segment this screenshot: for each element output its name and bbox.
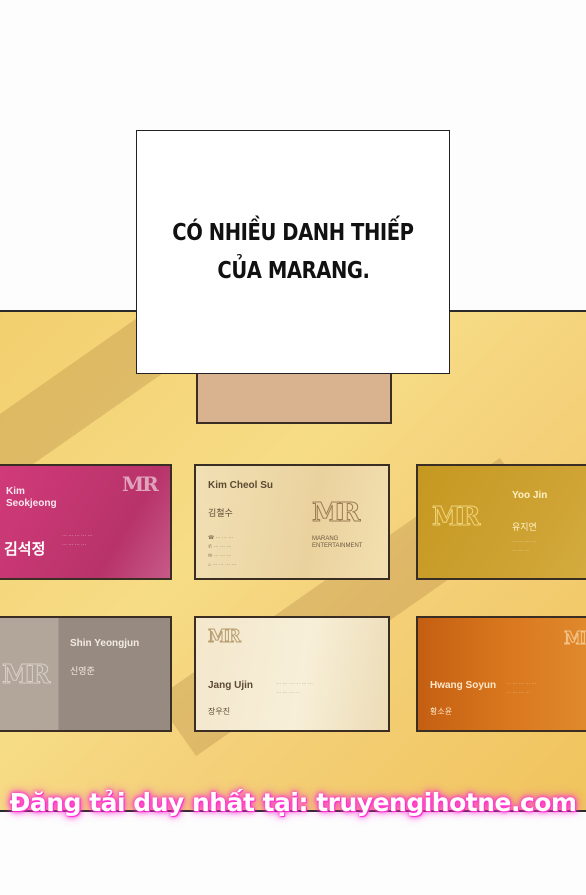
card-details: ··· ··· ··· ··· ··· ··· ··· — [512, 539, 537, 554]
caption-line-2: CỦA MARANG. — [216, 258, 370, 284]
mr-logo-icon: MR — [564, 628, 586, 650]
card-korean-name: 신영준 — [70, 666, 95, 676]
card-korean-name: 황소윤 — [430, 707, 453, 716]
business-card-kim-cheol-su: Kim Cheol Su 김철수 MR MARANG ENTERTAINMENT… — [194, 464, 390, 580]
card-name: Yoo Jin — [512, 490, 548, 501]
card-details: ··· ··· ··· ··· ··· ··· ··· ··· ··· — [506, 681, 537, 696]
card-company-line2: ENTERTAINMENT — [312, 543, 363, 549]
comic-page: Kim Seokjeong 김석정 MR ··· ··· ··· ··· ···… — [0, 0, 586, 895]
card-name: Jang Ujin — [208, 680, 254, 691]
mr-logo-icon: MR — [431, 502, 480, 533]
business-cards-panel: Kim Seokjeong 김석정 MR ··· ··· ··· ··· ···… — [0, 310, 586, 812]
card-name-line1: Kim — [6, 486, 25, 497]
mr-logo-icon: MR — [208, 626, 242, 648]
mr-logo-icon: MR — [1, 660, 50, 691]
business-card-kim-seokjeong: Kim Seokjeong 김석정 MR ··· ··· ··· ··· ···… — [0, 464, 172, 580]
card-details: ☎ ··· ··· ··· ✆ ··· ··· ··· ✉ ··· ··· ··· ⌂… — [208, 535, 237, 568]
card-name: Kim Cheol Su — [208, 480, 274, 491]
caption-box: CÓ NHIỀU DANH THIẾP CỦA MARANG. — [136, 130, 450, 374]
business-card-jang-ujin: MR Jang Ujin 장우진 ··· ··· ··· ··· ··· ···… — [194, 616, 390, 732]
business-card-top — [196, 372, 392, 424]
card-name: Hwang Soyun — [430, 680, 497, 691]
card-korean-name: 유지연 — [512, 522, 537, 532]
business-card-shin-yeongjun: Shin Yeongjun 신영준 MR — [0, 616, 172, 732]
card-korean-name: 김철수 — [208, 508, 233, 518]
mr-logo-icon: MR — [122, 472, 159, 496]
card-company-line1: MARANG — [312, 536, 339, 542]
card-name: Shin Yeongjun — [70, 638, 140, 649]
business-card-hwang-soyun: Hwang Soyun 황소윤 MR ··· ··· ··· ··· ·····… — [416, 616, 586, 732]
card-korean-name: 장우진 — [208, 707, 231, 716]
business-card-yoo-jin: Yoo Jin 유지연 MR ··· ··· ··· ··· ··· ··· ··… — [416, 464, 586, 580]
card-name-line2: Seokjeong — [6, 498, 57, 509]
card-korean-name: 김석정 — [4, 541, 46, 558]
watermark-text: Đăng tải duy nhất tại: truyengihotne.com — [9, 788, 577, 817]
mr-logo-icon: MR — [311, 498, 360, 529]
caption-line-1: CÓ NHIỀU DANH THIẾP — [172, 220, 414, 246]
card-details: ··· ··· ··· ··· ··· ··· ··· ··· ··· ··· — [276, 681, 313, 696]
card-details: ··· ··· ··· ··· ··· ··· ··· ··· ··· — [62, 533, 93, 548]
